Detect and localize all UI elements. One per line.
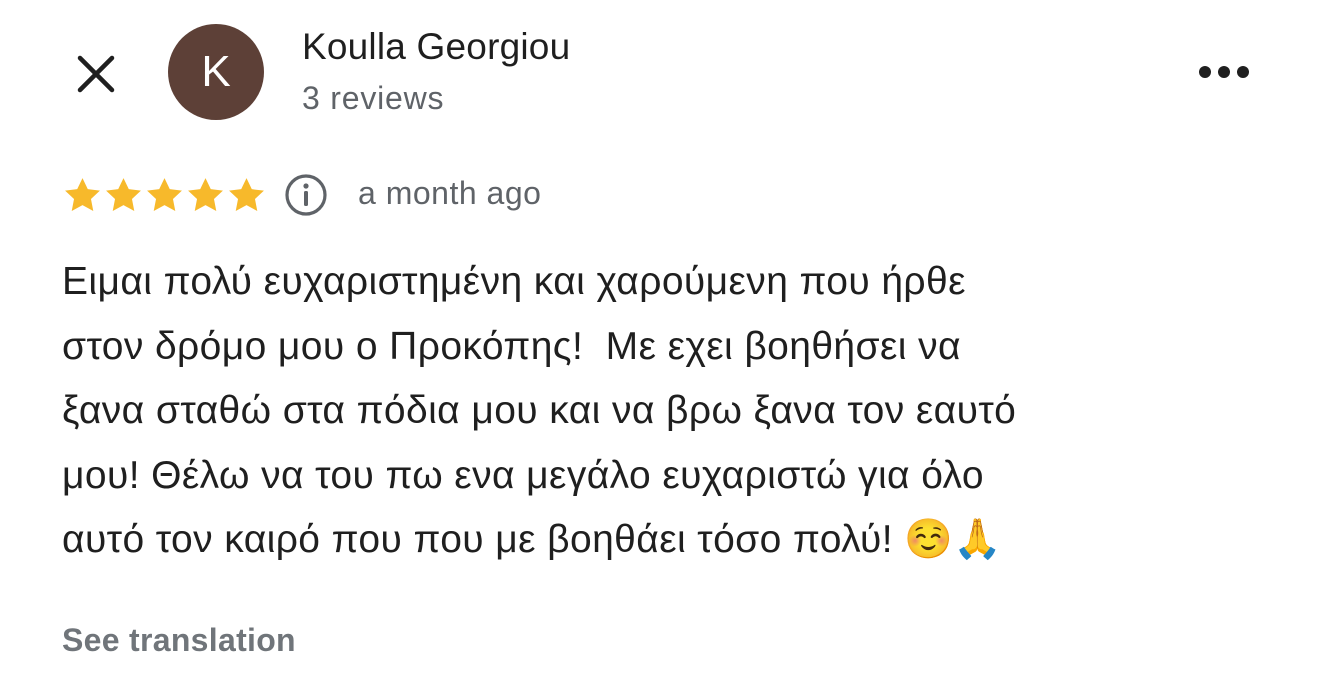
avatar-initial: K [201, 47, 231, 96]
review-text: Ειμαι πολύ ευχαριστημένη και χαρούμενη π… [62, 260, 1017, 561]
star-icon [188, 177, 223, 211]
review-date: a month ago [358, 175, 542, 211]
review-page: K Koulla Georgiou 3 reviews a month ago … [0, 0, 1320, 692]
close-button[interactable] [66, 44, 126, 104]
star-icon [106, 177, 141, 211]
star-rating [62, 174, 267, 216]
info-icon [285, 174, 327, 216]
more-options-button[interactable] [1192, 52, 1256, 92]
more-horizontal-icon [1199, 66, 1249, 78]
reviewer-name[interactable]: Koulla Georgiou [302, 26, 570, 68]
star-icon [65, 177, 100, 211]
review-count[interactable]: 3 reviews [302, 80, 444, 117]
see-translation-link[interactable]: See translation [62, 622, 296, 659]
star-icon [229, 177, 264, 211]
star-icon [147, 177, 182, 211]
info-button[interactable] [284, 173, 328, 217]
close-icon [77, 55, 115, 93]
avatar[interactable]: K [168, 24, 264, 120]
